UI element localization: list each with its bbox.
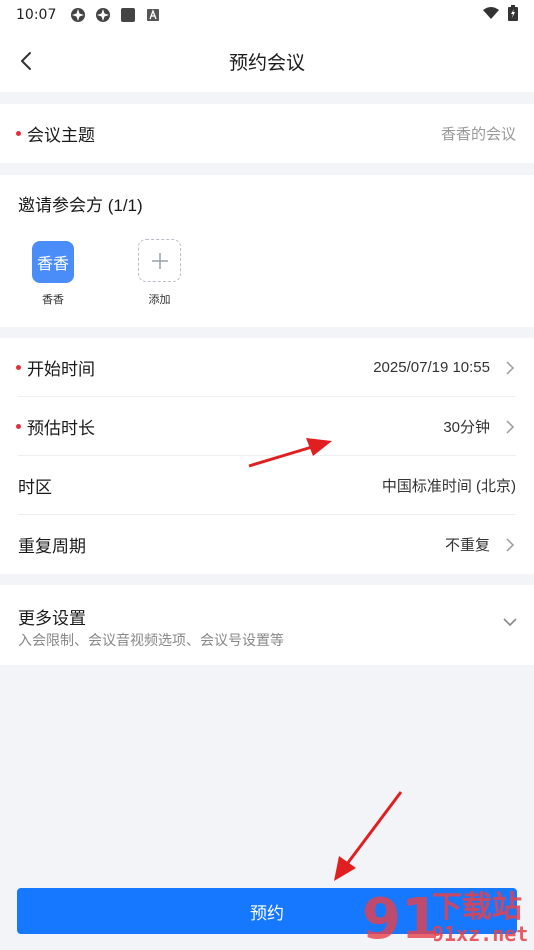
topic-label: 会议主题 [27,126,95,145]
watermark-brand: 下载站 [432,891,522,924]
start-time-value: 2025/07/19 10:55 [373,359,490,376]
topic-card: 会议主题 香香的会议 [0,104,534,163]
timezone-row[interactable]: 时区 中国标准时间 (北京) [0,456,534,515]
duration-row[interactable]: 预估时长 30分钟 [0,397,534,456]
add-participant-label: 添加 [148,294,171,306]
plus-icon [151,252,168,269]
chevron-right-icon [506,419,515,434]
required-dot [16,131,21,136]
annotation-arrow [334,791,403,881]
topic-row[interactable]: 会议主题 香香的会议 [0,104,534,163]
timezone-value: 中国标准时间 (北京) [381,478,516,495]
header-bar: 预约会议 [0,30,534,92]
back-arrow-icon[interactable] [14,48,40,74]
start-time-row[interactable]: 开始时间 2025/07/19 10:55 [0,338,534,397]
participant-avatar[interactable]: 香香 [32,241,74,283]
schedule-card: 开始时间 2025/07/19 10:55 预估时长 30分钟 时区 中国标准时… [0,338,534,574]
duration-value: 30分钟 [443,419,490,436]
watermark-domain: 91xz.net [432,922,529,946]
keyboard-notification-icon [145,7,161,23]
required-dot [16,365,21,370]
site-watermark: 91 下载站 91xz.net [360,880,534,950]
wifi-icon [482,6,500,24]
repeat-row[interactable]: 重复周期 不重复 [0,515,534,574]
repeat-value: 不重复 [444,537,490,554]
page-title: 预约会议 [228,52,305,74]
chevron-right-icon [506,537,515,552]
status-time: 10:07 [16,7,57,23]
square-notification-icon [120,7,136,23]
status-bar: 10:07 [0,0,534,30]
participant-name: 香香 [42,294,64,306]
app-notification-icon [95,7,111,23]
more-settings-title: 更多设置 [18,609,86,628]
topic-input[interactable]: 香香的会议 [441,123,516,144]
invite-card: 邀请参会方 (1/1) 香香 香香 添加 [0,175,534,327]
app-notification-icon [70,7,86,23]
more-settings-card[interactable]: 更多设置 入会限制、会议音视频选项、会议号设置等 [0,585,534,665]
invite-title: 邀请参会方 (1/1) [18,196,143,215]
timezone-label: 时区 [18,478,52,497]
chevron-down-icon[interactable] [502,616,518,628]
more-settings-subtitle: 入会限制、会议音视频选项、会议号设置等 [18,632,284,648]
repeat-label: 重复周期 [18,537,86,556]
svg-text:91: 91 [362,887,440,950]
start-time-label: 开始时间 [27,360,95,379]
add-participant-button[interactable] [138,239,181,282]
battery-icon [508,5,518,25]
duration-label: 预估时长 [27,419,95,438]
chevron-right-icon [506,360,515,375]
required-dot [16,424,21,429]
